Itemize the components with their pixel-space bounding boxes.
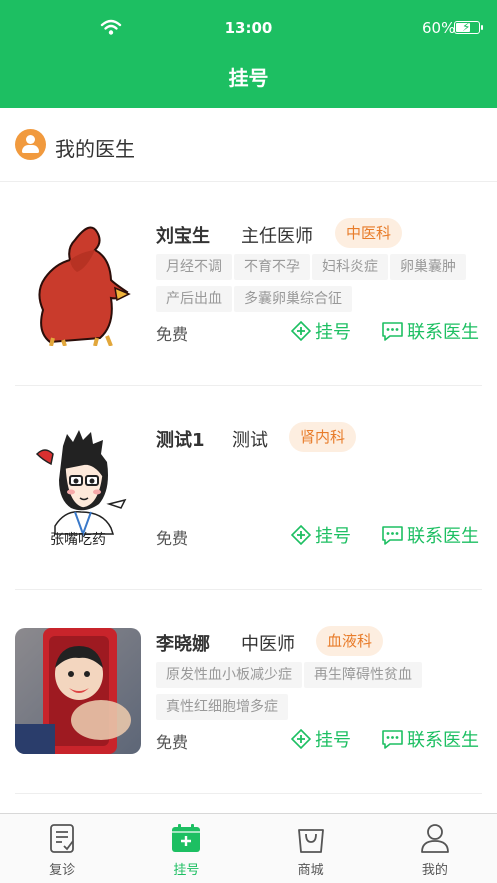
calendar-plus-icon — [172, 824, 201, 852]
tab-label: 商城 — [297, 863, 324, 878]
register-button[interactable]: 挂号 — [291, 727, 351, 751]
specialty-tag: 妇科炎症 — [312, 254, 388, 280]
section-title: 我的医生 — [55, 137, 135, 161]
battery-icon: ⚡ — [454, 20, 483, 34]
my-doctors-header: 我的医生 — [0, 108, 497, 182]
tab-label: 挂号 — [173, 863, 200, 878]
specialty-tag: 多囊卵巢综合征 — [234, 286, 352, 312]
doctor-name: 刘宝生 — [156, 226, 210, 247]
app-header: 13:00 60% ⚡ 挂号 — [0, 0, 497, 108]
tab-followup[interactable]: 复诊 — [0, 814, 124, 883]
specialty-tags: 原发性血小板减少症 再生障碍性贫血真性红细胞增多症 — [156, 662, 476, 726]
register-icon — [291, 525, 311, 545]
specialty-tag: 卵巢囊肿 — [390, 254, 466, 280]
register-label: 挂号 — [315, 730, 351, 751]
register-button[interactable]: 挂号 — [291, 319, 351, 343]
doctor-avatar — [15, 628, 141, 754]
contact-doctor-button[interactable]: 联系医生 — [381, 727, 479, 751]
doctor-card[interactable]: 张嘴吃药 测试1 测试 肾内科 免费 挂号 联系医生 — [0, 386, 497, 590]
user-icon — [420, 824, 449, 853]
avatar-caption: 张嘴吃药 — [50, 532, 106, 548]
specialty-tag: 不育不孕 — [234, 254, 310, 280]
specialty-tag: 原发性血小板减少症 — [156, 662, 302, 688]
contact-doctor-button[interactable]: 联系医生 — [381, 319, 479, 343]
doctor-title: 主任医师 — [241, 226, 313, 247]
department-badge: 血液科 — [316, 626, 384, 656]
doctor-name: 测试1 — [156, 430, 205, 451]
doctor-title: 中医师 — [241, 634, 295, 655]
department-badge: 肾内科 — [289, 422, 357, 452]
register-icon — [291, 321, 311, 341]
doctor-card[interactable]: 李晓娜 中医师 血液科 原发性血小板减少症 再生障碍性贫血真性红细胞增多症 免费 … — [0, 590, 497, 794]
chat-icon — [382, 730, 403, 749]
register-label: 挂号 — [315, 322, 351, 343]
fee-label: 免费 — [156, 733, 189, 752]
specialty-tag: 真性红细胞增多症 — [156, 694, 288, 720]
fee-label: 免费 — [156, 529, 189, 548]
register-button[interactable]: 挂号 — [291, 523, 351, 547]
chat-icon — [382, 526, 403, 545]
specialty-tag: 再生障碍性贫血 — [304, 662, 422, 688]
battery-percent: 60% — [422, 19, 456, 37]
specialty-tag: 月经不调 — [156, 254, 232, 280]
chat-icon — [382, 322, 403, 341]
tab-mall[interactable]: 商城 — [249, 814, 373, 883]
doctor-icon — [15, 129, 46, 160]
bottom-tab-bar: 复诊 挂号 商城 我的 — [0, 813, 497, 883]
doctor-name: 李晓娜 — [156, 634, 210, 655]
status-bar: 13:00 60% ⚡ — [0, 0, 497, 56]
page-title: 挂号 — [228, 66, 269, 90]
doctor-title: 测试 — [232, 430, 268, 451]
tab-label: 我的 — [421, 863, 448, 878]
tab-mine[interactable]: 我的 — [373, 814, 497, 883]
specialty-tag: 产后出血 — [156, 286, 232, 312]
specialty-tags: 月经不调 不育不孕 妇科炎症 卵巢囊肿产后出血 多囊卵巢综合征 — [156, 254, 476, 318]
contact-label: 联系医生 — [407, 730, 479, 751]
document-icon — [50, 824, 75, 853]
bag-icon — [297, 829, 324, 853]
register-label: 挂号 — [315, 526, 351, 547]
tab-register[interactable]: 挂号 — [124, 814, 248, 883]
fee-label: 免费 — [156, 325, 189, 344]
department-badge: 中医科 — [335, 218, 403, 248]
tab-label: 复诊 — [49, 863, 76, 878]
doctor-card[interactable]: 刘宝生 主任医师 中医科 月经不调 不育不孕 妇科炎症 卵巢囊肿产后出血 多囊卵巢综合征… — [0, 182, 497, 386]
contact-label: 联系医生 — [407, 322, 479, 343]
contact-label: 联系医生 — [407, 526, 479, 547]
doctor-avatar — [15, 220, 141, 346]
contact-doctor-button[interactable]: 联系医生 — [381, 523, 479, 547]
doctor-avatar: 张嘴吃药 — [15, 424, 141, 550]
register-icon — [291, 729, 311, 749]
